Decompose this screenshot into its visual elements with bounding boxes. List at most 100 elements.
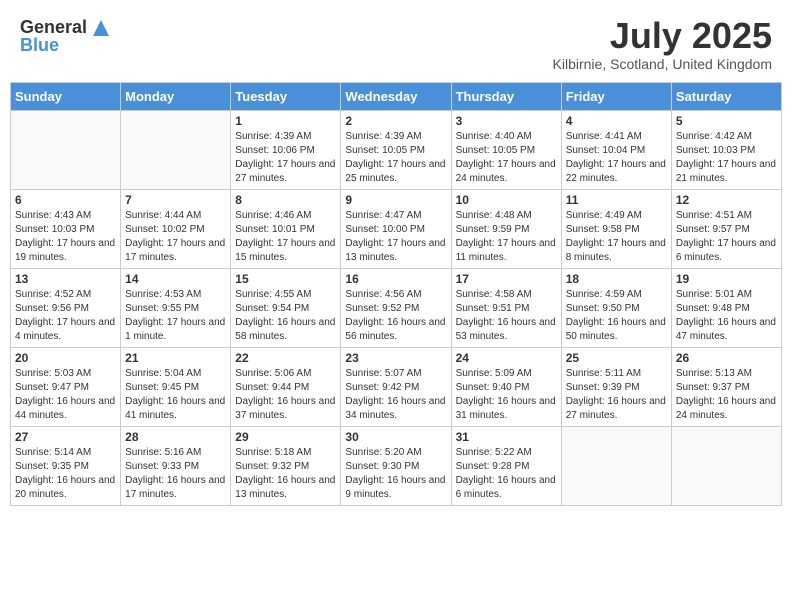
day-info: Sunrise: 5:09 AM Sunset: 9:40 PM Dayligh…	[456, 367, 557, 423]
day-number: 30	[345, 430, 446, 444]
day-number: 1	[235, 114, 336, 128]
day-number: 2	[345, 114, 446, 128]
column-header-friday: Friday	[561, 83, 671, 111]
day-number: 24	[456, 351, 557, 365]
day-info: Sunrise: 4:49 AM Sunset: 9:58 PM Dayligh…	[566, 209, 667, 265]
day-number: 9	[345, 193, 446, 207]
day-info: Sunrise: 5:14 AM Sunset: 9:35 PM Dayligh…	[15, 446, 116, 502]
calendar-week-row: 27 Sunrise: 5:14 AM Sunset: 9:35 PM Dayli…	[11, 427, 782, 506]
day-info: Sunrise: 5:01 AM Sunset: 9:48 PM Dayligh…	[676, 288, 777, 344]
day-info: Sunrise: 4:55 AM Sunset: 9:54 PM Dayligh…	[235, 288, 336, 344]
calendar-cell: 14Sunrise: 4:53 AM Sunset: 9:55 PM Dayli…	[121, 269, 231, 348]
calendar-cell	[561, 427, 671, 506]
calendar-week-row: 13 Sunrise: 4:52 AM Sunset: 9:56 PM Dayli…	[11, 269, 782, 348]
logo-blue: Blue	[20, 36, 87, 54]
day-info: Sunrise: 4:47 AM Sunset: 10:00 PM Daylig…	[345, 209, 446, 265]
calendar-week-row: 1Sunrise: 4:39 AM Sunset: 10:06 PM Dayli…	[11, 111, 782, 190]
column-header-tuesday: Tuesday	[231, 83, 341, 111]
calendar-header-row: SundayMondayTuesdayWednesdayThursdayFrid…	[11, 83, 782, 111]
calendar-cell: 20Sunrise: 5:03 AM Sunset: 9:47 PM Dayli…	[11, 348, 121, 427]
day-number: 15	[235, 272, 336, 286]
calendar-cell: 1Sunrise: 4:39 AM Sunset: 10:06 PM Dayli…	[231, 111, 341, 190]
day-number: 13	[15, 272, 116, 286]
day-info: Sunrise: 4:41 AM Sunset: 10:04 PM Daylig…	[566, 130, 667, 186]
day-number: 4	[566, 114, 667, 128]
logo-text: General Blue	[20, 18, 87, 54]
calendar-cell: 27 Sunrise: 5:14 AM Sunset: 9:35 PM Dayli…	[11, 427, 121, 506]
day-info: Sunrise: 4:40 AM Sunset: 10:05 PM Daylig…	[456, 130, 557, 186]
location: Kilbirnie, Scotland, United Kingdom	[553, 56, 772, 72]
day-info: Sunrise: 5:06 AM Sunset: 9:44 PM Dayligh…	[235, 367, 336, 423]
day-number: 16	[345, 272, 446, 286]
calendar-cell: 12Sunrise: 4:51 AM Sunset: 9:57 PM Dayli…	[671, 190, 781, 269]
day-info: Sunrise: 4:52 AM Sunset: 9:56 PM Dayligh…	[15, 288, 116, 344]
calendar-cell: 4 Sunrise: 4:41 AM Sunset: 10:04 PM Dayli…	[561, 111, 671, 190]
day-info: Sunrise: 4:46 AM Sunset: 10:01 PM Daylig…	[235, 209, 336, 265]
calendar-cell: 15 Sunrise: 4:55 AM Sunset: 9:54 PM Dayli…	[231, 269, 341, 348]
column-header-sunday: Sunday	[11, 83, 121, 111]
calendar-cell: 3 Sunrise: 4:40 AM Sunset: 10:05 PM Dayli…	[451, 111, 561, 190]
day-number: 18	[566, 272, 667, 286]
day-number: 7	[125, 193, 226, 207]
day-number: 8	[235, 193, 336, 207]
day-info: Sunrise: 5:16 AM Sunset: 9:33 PM Dayligh…	[125, 446, 226, 502]
calendar-cell: 18 Sunrise: 4:59 AM Sunset: 9:50 PM Dayli…	[561, 269, 671, 348]
day-number: 28	[125, 430, 226, 444]
calendar-cell: 2 Sunrise: 4:39 AM Sunset: 10:05 PM Dayli…	[341, 111, 451, 190]
day-info: Sunrise: 4:48 AM Sunset: 9:59 PM Dayligh…	[456, 209, 557, 265]
day-number: 23	[345, 351, 446, 365]
day-info: Sunrise: 5:22 AM Sunset: 9:28 PM Dayligh…	[456, 446, 557, 502]
day-info: Sunrise: 5:04 AM Sunset: 9:45 PM Dayligh…	[125, 367, 226, 423]
calendar-cell: 22 Sunrise: 5:06 AM Sunset: 9:44 PM Dayli…	[231, 348, 341, 427]
calendar-cell: 6Sunrise: 4:43 AM Sunset: 10:03 PM Dayli…	[11, 190, 121, 269]
day-info: Sunrise: 4:44 AM Sunset: 10:02 PM Daylig…	[125, 209, 226, 265]
day-info: Sunrise: 5:11 AM Sunset: 9:39 PM Dayligh…	[566, 367, 667, 423]
day-number: 11	[566, 193, 667, 207]
day-info: Sunrise: 5:18 AM Sunset: 9:32 PM Dayligh…	[235, 446, 336, 502]
calendar-cell: 19Sunrise: 5:01 AM Sunset: 9:48 PM Dayli…	[671, 269, 781, 348]
column-header-wednesday: Wednesday	[341, 83, 451, 111]
day-info: Sunrise: 5:03 AM Sunset: 9:47 PM Dayligh…	[15, 367, 116, 423]
calendar-week-row: 20Sunrise: 5:03 AM Sunset: 9:47 PM Dayli…	[11, 348, 782, 427]
day-info: Sunrise: 4:56 AM Sunset: 9:52 PM Dayligh…	[345, 288, 446, 344]
day-number: 22	[235, 351, 336, 365]
calendar-cell	[121, 111, 231, 190]
calendar-cell	[671, 427, 781, 506]
day-number: 5	[676, 114, 777, 128]
calendar-cell: 29 Sunrise: 5:18 AM Sunset: 9:32 PM Dayli…	[231, 427, 341, 506]
calendar-cell: 21 Sunrise: 5:04 AM Sunset: 9:45 PM Dayli…	[121, 348, 231, 427]
calendar-cell: 10 Sunrise: 4:48 AM Sunset: 9:59 PM Dayli…	[451, 190, 561, 269]
day-info: Sunrise: 5:07 AM Sunset: 9:42 PM Dayligh…	[345, 367, 446, 423]
calendar-cell: 11 Sunrise: 4:49 AM Sunset: 9:58 PM Dayli…	[561, 190, 671, 269]
calendar-cell: 31 Sunrise: 5:22 AM Sunset: 9:28 PM Dayli…	[451, 427, 561, 506]
day-info: Sunrise: 4:59 AM Sunset: 9:50 PM Dayligh…	[566, 288, 667, 344]
calendar-cell: 5 Sunrise: 4:42 AM Sunset: 10:03 PM Dayli…	[671, 111, 781, 190]
day-info: Sunrise: 4:53 AM Sunset: 9:55 PM Dayligh…	[125, 288, 226, 344]
day-number: 21	[125, 351, 226, 365]
logo: General Blue	[20, 18, 111, 54]
calendar-cell: 23 Sunrise: 5:07 AM Sunset: 9:42 PM Dayli…	[341, 348, 451, 427]
day-number: 10	[456, 193, 557, 207]
calendar-cell: 28 Sunrise: 5:16 AM Sunset: 9:33 PM Dayli…	[121, 427, 231, 506]
day-info: Sunrise: 4:51 AM Sunset: 9:57 PM Dayligh…	[676, 209, 777, 265]
page-header: General Blue July 2025 Kilbirnie, Scotla…	[10, 10, 782, 76]
day-number: 31	[456, 430, 557, 444]
day-number: 26	[676, 351, 777, 365]
calendar-cell: 17Sunrise: 4:58 AM Sunset: 9:51 PM Dayli…	[451, 269, 561, 348]
calendar-cell: 9 Sunrise: 4:47 AM Sunset: 10:00 PM Dayli…	[341, 190, 451, 269]
calendar-table: SundayMondayTuesdayWednesdayThursdayFrid…	[10, 82, 782, 506]
day-info: Sunrise: 4:39 AM Sunset: 10:05 PM Daylig…	[345, 130, 446, 186]
title-section: July 2025 Kilbirnie, Scotland, United Ki…	[553, 18, 772, 72]
day-number: 27	[15, 430, 116, 444]
calendar-cell: 30 Sunrise: 5:20 AM Sunset: 9:30 PM Dayli…	[341, 427, 451, 506]
day-number: 25	[566, 351, 667, 365]
calendar-week-row: 6Sunrise: 4:43 AM Sunset: 10:03 PM Dayli…	[11, 190, 782, 269]
day-number: 29	[235, 430, 336, 444]
day-number: 3	[456, 114, 557, 128]
day-info: Sunrise: 5:20 AM Sunset: 9:30 PM Dayligh…	[345, 446, 446, 502]
column-header-saturday: Saturday	[671, 83, 781, 111]
column-header-thursday: Thursday	[451, 83, 561, 111]
calendar-cell: 8 Sunrise: 4:46 AM Sunset: 10:01 PM Dayli…	[231, 190, 341, 269]
day-info: Sunrise: 4:42 AM Sunset: 10:03 PM Daylig…	[676, 130, 777, 186]
day-info: Sunrise: 4:43 AM Sunset: 10:03 PM Daylig…	[15, 209, 116, 265]
